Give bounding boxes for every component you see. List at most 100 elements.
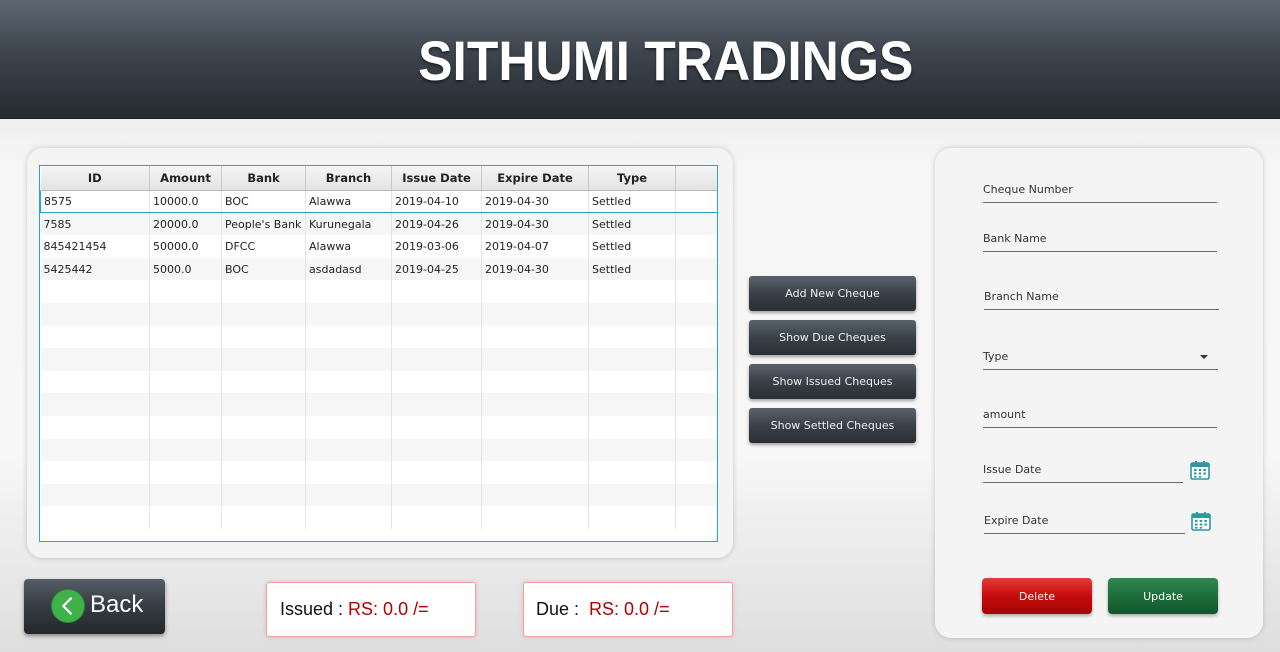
branch-name-field[interactable]: Branch Name: [984, 290, 1219, 310]
table-row[interactable]: [40, 348, 717, 371]
table-cell: [675, 257, 717, 281]
table-cell: [588, 325, 676, 349]
table-cell: [391, 438, 482, 462]
table-cell: [391, 483, 482, 507]
column-header-expire-date[interactable]: Expire Date: [481, 166, 589, 191]
delete-button[interactable]: Delete: [982, 578, 1092, 614]
cheque-table-panel: ID Amount Bank Branch Issue Date Expire …: [27, 148, 733, 558]
back-button[interactable]: Back: [24, 579, 165, 634]
table-cell: [675, 302, 717, 326]
table-row[interactable]: [40, 393, 717, 416]
table-cell: [40, 348, 150, 371]
table-cell: [481, 325, 589, 349]
issued-label: Issued :: [280, 599, 344, 619]
table-cell: [675, 461, 717, 484]
table-cell: [675, 438, 717, 462]
table-cell: 5000.0: [149, 257, 222, 281]
show-due-cheques-button[interactable]: Show Due Cheques: [749, 320, 916, 355]
table-cell: [391, 280, 482, 303]
cheque-number-field[interactable]: Cheque Number: [983, 183, 1217, 203]
issue-date-field[interactable]: Issue Date: [983, 463, 1183, 483]
bank-name-placeholder: Bank Name: [983, 232, 1047, 245]
column-header-branch[interactable]: Branch: [305, 166, 392, 191]
table-row[interactable]: 845421454 50000.0 DFCC Alawwa 2019-03-06 2019…: [40, 235, 717, 258]
expire-date-calendar-icon[interactable]: [1191, 511, 1211, 531]
table-cell: [40, 438, 150, 462]
issued-value: RS: 0.0 /=: [348, 599, 429, 619]
table-cell: [40, 280, 150, 303]
column-header-amount[interactable]: Amount: [149, 166, 222, 191]
table-cell: [481, 348, 589, 371]
issue-date-calendar-icon[interactable]: [1190, 460, 1210, 480]
table-cell: Alawwa: [305, 189, 392, 214]
table-cell: [305, 438, 392, 462]
table-cell: [149, 415, 222, 439]
table-cell: [391, 325, 482, 349]
chevron-left-icon: [51, 589, 85, 623]
table-cell: [588, 302, 676, 326]
table-cell: DFCC: [221, 235, 306, 258]
table-row[interactable]: 8575 10000.0 BOC Alawwa 2019-04-10 2019-04-30…: [40, 189, 717, 214]
table-cell: [40, 302, 150, 326]
table-row[interactable]: [40, 370, 717, 394]
table-cell: [675, 325, 717, 349]
table-cell: [40, 461, 150, 484]
table-cell: [391, 302, 482, 326]
table-cell: [675, 415, 717, 439]
table-cell: [40, 483, 150, 507]
table-cell: 2019-04-30: [481, 212, 589, 236]
table-row[interactable]: [40, 415, 717, 439]
amount-placeholder: amount: [983, 408, 1026, 421]
column-header-bank[interactable]: Bank: [221, 166, 306, 191]
table-cell: [588, 393, 676, 416]
table-cell: [481, 370, 589, 394]
table-cell: [40, 415, 150, 439]
column-header-type[interactable]: Type: [588, 166, 676, 191]
app-header: SITHUMI TRADINGS: [0, 0, 1280, 119]
table-cell: [221, 415, 306, 439]
table-row[interactable]: [40, 325, 717, 349]
table-cell: asdadasd: [305, 257, 392, 281]
table-cell: 2019-04-07: [481, 235, 589, 258]
table-cell: [675, 348, 717, 371]
table-cell: [675, 370, 717, 394]
add-new-cheque-button[interactable]: Add New Cheque: [749, 276, 916, 311]
table-cell: 2019-04-25: [391, 257, 482, 281]
table-cell: [588, 370, 676, 394]
column-header-issue-date[interactable]: Issue Date: [391, 166, 482, 191]
table-cell: 7585: [40, 212, 150, 236]
table-row[interactable]: [40, 461, 717, 484]
table-row[interactable]: [40, 506, 717, 529]
amount-field[interactable]: amount: [983, 408, 1217, 428]
table-cell: [481, 438, 589, 462]
column-header-id[interactable]: ID: [40, 166, 150, 191]
table-row[interactable]: 5425442 5000.0 BOC asdadasd 2019-04-25 2019-0…: [40, 257, 717, 281]
table-row[interactable]: [40, 280, 717, 303]
table-cell: BOC: [221, 189, 306, 214]
show-settled-cheques-button[interactable]: Show Settled Cheques: [749, 408, 916, 443]
table-cell: [221, 280, 306, 303]
table-row[interactable]: [40, 302, 717, 326]
table-row[interactable]: [40, 438, 717, 462]
due-value: RS: 0.0 /=: [589, 599, 670, 619]
update-button[interactable]: Update: [1108, 578, 1218, 614]
table-cell: [588, 506, 676, 529]
table-cell: [481, 483, 589, 507]
table-cell: [588, 438, 676, 462]
expire-date-field[interactable]: Expire Date: [984, 514, 1185, 534]
table-cell: Kurunegala: [305, 212, 392, 236]
table-cell: [588, 483, 676, 507]
cheque-table[interactable]: ID Amount Bank Branch Issue Date Expire …: [39, 165, 718, 542]
bank-name-field[interactable]: Bank Name: [983, 232, 1217, 252]
table-cell: [221, 393, 306, 416]
table-cell: People's Bank: [221, 212, 306, 236]
type-select[interactable]: Type: [983, 350, 1218, 370]
table-cell: [40, 393, 150, 416]
table-cell: [221, 506, 306, 529]
app-title: SITHUMI TRADINGS: [418, 29, 914, 92]
table-row[interactable]: 7585 20000.0 People's Bank Kurunegala 2019-0…: [40, 212, 717, 236]
cheque-form-panel: [935, 148, 1263, 638]
table-cell: [675, 212, 717, 236]
table-row[interactable]: [40, 483, 717, 507]
show-issued-cheques-button[interactable]: Show Issued Cheques: [749, 364, 916, 399]
